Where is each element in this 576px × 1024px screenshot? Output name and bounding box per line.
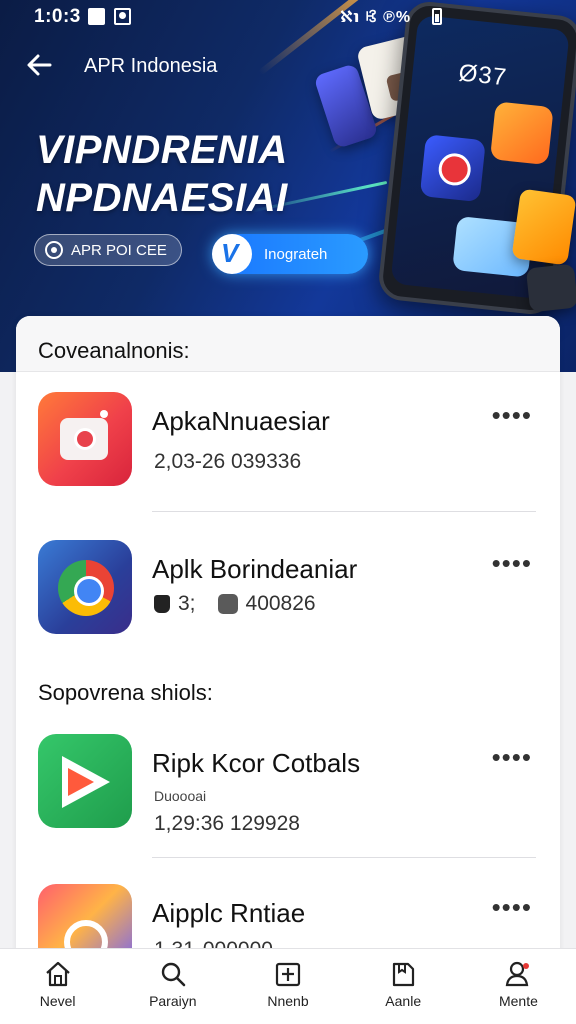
app-list-card: Coveanalnonis: ApkaNnuaesiar 2,03-26 039… [16, 316, 560, 956]
profile-icon [503, 959, 533, 989]
arrow-left-icon [27, 54, 52, 76]
app-meta-a: 3; [178, 592, 196, 615]
nav-label: Paraiyn [149, 993, 197, 1009]
nav-item-home[interactable]: Nevel [0, 949, 115, 1024]
app-list-item[interactable]: ApkaNnuaesiar 2,03-26 039336 •••• [16, 392, 560, 512]
app-meta-text: 2,03-26 039336 [154, 450, 302, 473]
home-icon [43, 959, 73, 989]
app-list-item[interactable]: Aipplc Rntiae 1,31 000000 •••• [16, 884, 560, 956]
bottom-navigation: Nevel Paraiyn Nnenb Aanle Mente [0, 948, 576, 1024]
app-name: ApkaNnuaesiar [152, 406, 330, 436]
bookmark-icon [388, 959, 418, 989]
app-name: Ripk Kcor Cotbals [152, 748, 361, 778]
nav-label: Mente [498, 993, 538, 1009]
more-options-button[interactable]: •••• [492, 548, 532, 579]
app-list-item[interactable]: Aplk Borindeaniar 3; 400826 •••• [16, 540, 560, 660]
app-meta: 1,29:36 129928 [154, 812, 300, 836]
play-app-icon [38, 734, 132, 828]
app-meta-b: 400826 [245, 592, 316, 615]
divider [152, 857, 536, 858]
phone-app-tile [419, 134, 486, 203]
more-options-button[interactable]: •••• [492, 400, 532, 431]
image-notification-icon [114, 8, 131, 25]
nav-item-search[interactable]: Paraiyn [115, 949, 230, 1024]
nav-item-add[interactable]: Nnenb [230, 949, 345, 1024]
camera-app-icon [38, 392, 132, 486]
badge-icon [217, 594, 238, 614]
hero-cta-label: Inograteh [264, 245, 328, 263]
nav-label: Nnenb [267, 993, 309, 1009]
app-subtitle: Duoooai [154, 788, 207, 804]
status-indicators: ℵ℩ ꕙ ℗% [340, 9, 412, 26]
floating-app-card [525, 263, 576, 313]
section-title: Sopovrena shiols: [38, 680, 213, 705]
add-box-icon [273, 959, 303, 989]
hero-pill[interactable]: APR POI CEE [34, 234, 182, 266]
hero-pill-label: APR POI CEE [71, 241, 167, 259]
status-time: 1:0:3 [34, 6, 81, 27]
floating-app-card [511, 188, 576, 266]
search-icon [158, 959, 188, 989]
app-name: Aipplc Rntiae [152, 898, 306, 928]
more-options-button[interactable]: •••• [492, 742, 532, 773]
radio-icon [45, 241, 63, 259]
app-meta: 2,03-26 039336 [154, 450, 301, 474]
chrome-app-icon [38, 540, 132, 634]
nav-label: Aanle [385, 993, 422, 1009]
status-bar: 1:0:3 ℵ℩ ꕙ ℗% [0, 0, 576, 34]
phone-clock: Ø37 [457, 59, 509, 92]
vpn-logo-icon [212, 234, 252, 274]
hero-cta-button[interactable]: Inograteh [212, 234, 368, 274]
notification-icon [88, 8, 105, 25]
back-button[interactable] [24, 50, 58, 84]
nav-item-library[interactable]: Aanle [346, 949, 461, 1024]
hero-title-line2: NPDNAESIAI [36, 176, 288, 220]
section-title: Coveanalnonis: [38, 338, 190, 363]
hero-title-line1: VIPNDRENIA [36, 128, 288, 172]
divider [152, 511, 536, 512]
app-name: Aplk Borindeaniar [152, 554, 358, 584]
nav-item-profile[interactable]: Mente [461, 949, 576, 1024]
hero-title: VIPNDRENIA NPDNAESIAI [36, 126, 288, 222]
app-meta: 3; 400826 [154, 592, 316, 616]
chess-icon [154, 595, 170, 613]
nav-label: Nevel [39, 993, 76, 1009]
app-meta-text: 1,29:36 129928 [154, 812, 300, 835]
app-title: APR Indonesia [84, 55, 218, 77]
battery-icon [432, 8, 442, 25]
more-options-button[interactable]: •••• [492, 892, 532, 923]
photos-app-icon [38, 884, 132, 956]
phone-app-tile [489, 101, 554, 166]
app-list-item[interactable]: Ripk Kcor Cotbals Duoooai 1,29:36 129928… [16, 734, 560, 854]
